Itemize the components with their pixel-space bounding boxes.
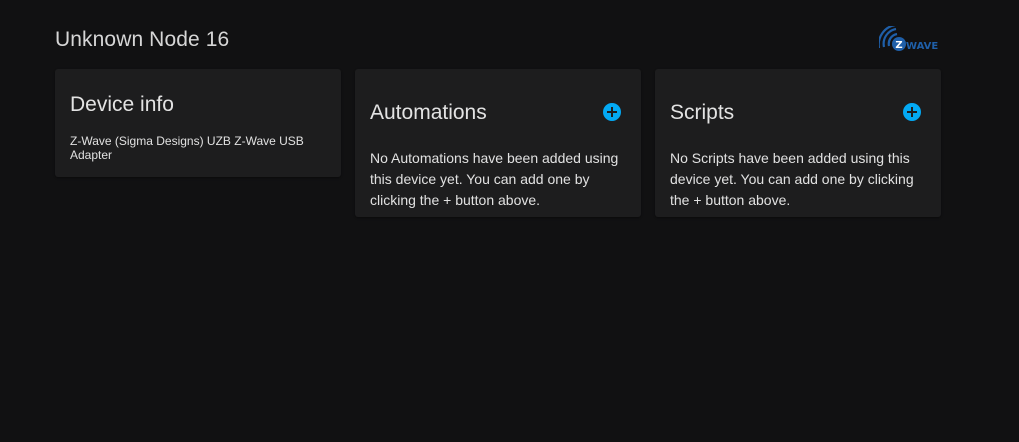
- page-title: Unknown Node 16: [55, 28, 230, 51]
- zwave-logo-letter: Z: [895, 40, 902, 51]
- zwave-logo-icon: Z WAVE: [879, 26, 938, 52]
- add-automation-button[interactable]: [603, 103, 621, 121]
- zwave-logo-text: WAVE: [906, 41, 938, 52]
- automations-card: Automations No Automations have been add…: [355, 69, 641, 217]
- add-script-button[interactable]: [903, 103, 921, 121]
- scripts-title: Scripts: [670, 101, 735, 124]
- scripts-empty-text: No Scripts have been added using this de…: [670, 150, 914, 208]
- scripts-card: Scripts No Scripts have been added using…: [655, 69, 941, 217]
- device-page: Unknown Node 16 Z WAVE Device info Z-Wav…: [0, 0, 1019, 442]
- automations-empty-text: No Automations have been added using thi…: [370, 150, 619, 208]
- plus-circle-icon: [607, 107, 617, 117]
- page-header: Unknown Node 16 Z WAVE: [55, 26, 941, 58]
- automations-title: Automations: [370, 101, 487, 124]
- plus-circle-icon: [907, 107, 917, 117]
- device-info-card: Device info Z-Wave (Sigma Designs) UZB Z…: [55, 69, 341, 177]
- device-model-text: Z-Wave (Sigma Designs) UZB Z-Wave USB Ad…: [70, 134, 304, 162]
- device-info-title: Device info: [70, 93, 174, 116]
